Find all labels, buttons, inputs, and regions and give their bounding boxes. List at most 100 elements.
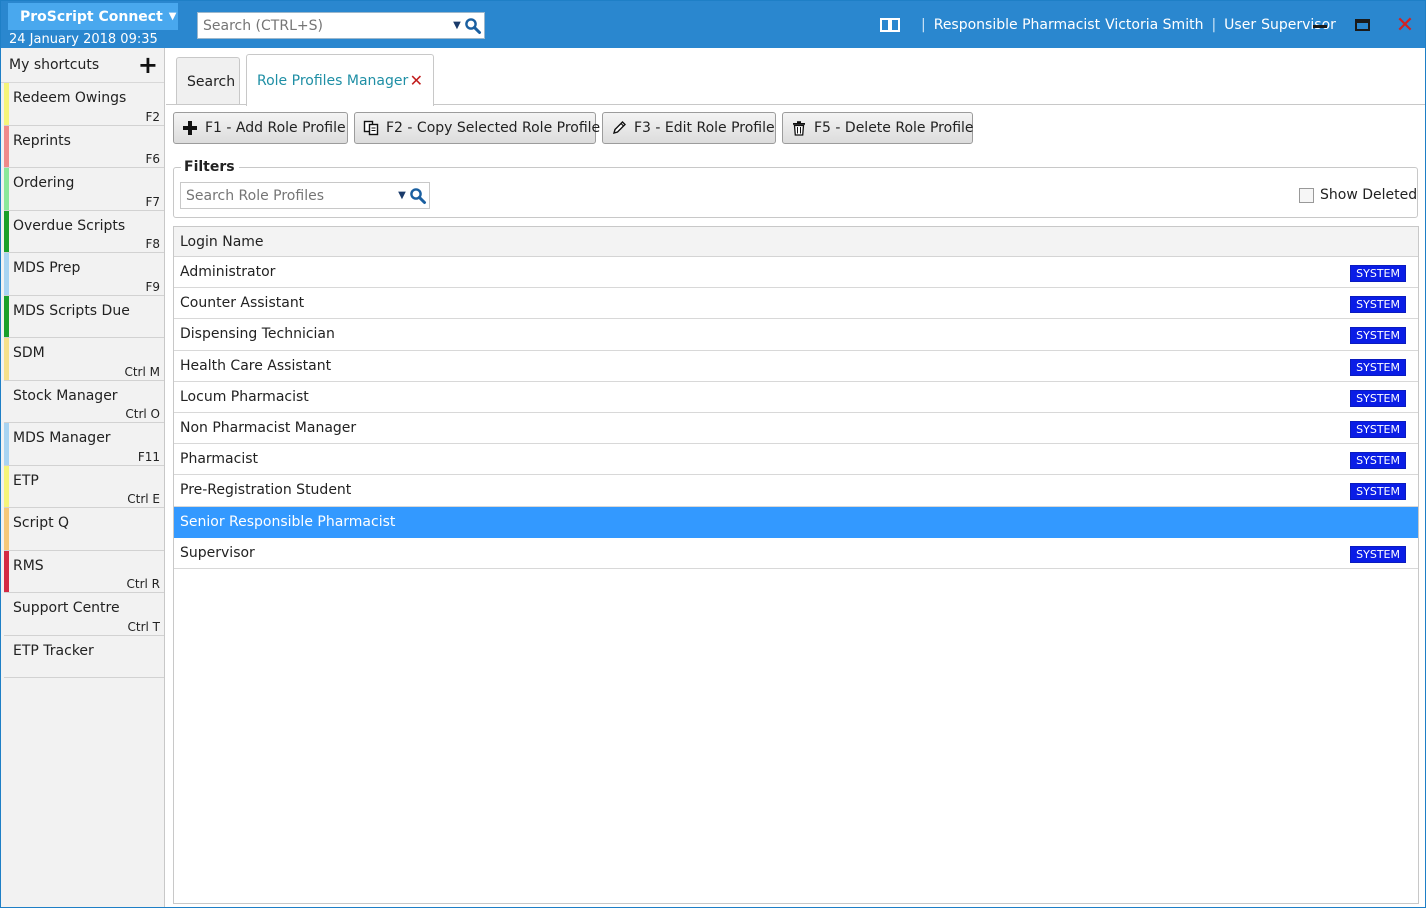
color-accent-bar <box>4 508 9 550</box>
sidebar-item-mds-scripts-due[interactable]: MDS Scripts Due <box>4 295 164 338</box>
sidebar-item-support-centre[interactable]: Support Centre Ctrl T <box>4 593 164 636</box>
shortcuts-header: My shortcuts + <box>1 48 164 83</box>
sidebar-item-rms[interactable]: RMS Ctrl R <box>4 550 164 593</box>
table-row[interactable]: Dispensing Technician SYSTEM <box>174 319 1418 351</box>
sidebar-item-label: RMS <box>13 557 44 574</box>
color-accent-bar <box>4 253 9 295</box>
login-name-cell: Locum Pharmacist <box>180 388 309 405</box>
sidebar-item-ordering[interactable]: Ordering F7 <box>4 168 164 211</box>
sidebar-item-label: ETP Tracker <box>13 642 94 659</box>
system-badge: SYSTEM <box>1350 389 1406 407</box>
sidebar-item-label: Reprints <box>13 132 71 149</box>
add-shortcut-icon[interactable]: + <box>138 53 158 77</box>
role-profile-search-input[interactable] <box>181 183 395 208</box>
login-name-cell: Supervisor <box>180 544 255 561</box>
dropdown-arrow-icon[interactable]: ▼ <box>450 20 464 31</box>
system-badge: SYSTEM <box>1350 358 1406 376</box>
color-accent-bar <box>4 125 9 167</box>
sidebar-item-reprints[interactable]: Reprints F6 <box>4 125 164 168</box>
show-deleted-toggle[interactable]: Show Deleted <box>1299 187 1417 203</box>
shortcut-key: F8 <box>145 237 160 251</box>
close-tab-icon[interactable]: ✕ <box>410 71 423 90</box>
login-name-cell: Pharmacist <box>180 451 258 468</box>
table-row[interactable]: Administrator SYSTEM <box>174 257 1418 289</box>
color-accent-bar <box>4 338 9 380</box>
user-label: User <box>1224 17 1257 33</box>
table-row[interactable]: Pre-Registration Student SYSTEM <box>174 475 1418 507</box>
sidebar-item-mds-manager[interactable]: MDS Manager F11 <box>4 423 164 466</box>
table-row[interactable]: Senior Responsible Pharmacist <box>174 506 1418 538</box>
column-header-label: Login Name <box>180 233 264 250</box>
login-name-cell: Health Care Assistant <box>180 357 332 374</box>
sidebar-item-label: Ordering <box>13 175 75 191</box>
sidebar-item-etp[interactable]: ETP Ctrl E <box>4 465 164 508</box>
color-accent-bar <box>4 465 9 507</box>
system-badge: SYSTEM <box>1350 452 1406 470</box>
show-deleted-label: Show Deleted <box>1320 187 1418 203</box>
global-search-input[interactable] <box>198 13 450 38</box>
shortcut-key: F6 <box>145 152 160 166</box>
tab-search[interactable]: Search <box>176 57 240 105</box>
dropdown-arrow-icon[interactable]: ▼ <box>395 190 409 201</box>
table-row[interactable]: Locum Pharmacist SYSTEM <box>174 381 1418 413</box>
sidebar-item-overdue-scripts[interactable]: Overdue Scripts F8 <box>4 210 164 253</box>
shortcut-key: Ctrl O <box>125 407 160 421</box>
copy-icon <box>363 120 379 136</box>
column-header-login-name[interactable]: Login Name <box>174 227 1418 257</box>
sidebar-item-etp-tracker[interactable]: ETP Tracker <box>4 635 164 678</box>
search-icon[interactable] <box>464 17 482 35</box>
global-search-box[interactable]: ▼ <box>197 12 485 39</box>
add-role-profile-button[interactable]: F1 - Add Role Profile <box>173 112 348 144</box>
table-row[interactable]: Pharmacist SYSTEM <box>174 444 1418 476</box>
edit-role-profile-button[interactable]: F3 - Edit Role Profile <box>602 112 776 144</box>
sidebar-item-sdm[interactable]: SDM Ctrl M <box>4 338 164 381</box>
shortcuts-sidebar: My shortcuts + Redeem Owings F2 Reprints F6… <box>1 48 165 907</box>
system-badge: SYSTEM <box>1350 296 1406 314</box>
tab-role-profiles-label: Role Profiles Manager <box>257 72 409 89</box>
shortcut-key: F2 <box>145 109 160 124</box>
system-badge: SYSTEM <box>1350 327 1406 345</box>
sidebar-item-redeem-owings[interactable]: Redeem Owings F2 <box>4 83 164 126</box>
table-row[interactable]: Supervisor SYSTEM <box>174 537 1418 569</box>
login-name-cell: Senior Responsible Pharmacist <box>180 513 396 530</box>
copy-role-profile-button[interactable]: F2 - Copy Selected Role Profile <box>354 112 600 144</box>
user-info: | Responsible Pharmacist Victoria Smith … <box>879 16 1336 34</box>
sidebar-item-label: Overdue Scripts <box>13 217 126 234</box>
sidebar-item-label: Support Centre <box>13 600 120 616</box>
color-accent-bar <box>4 210 9 252</box>
app-menu-button[interactable]: ProScript Connect ▼ <box>8 3 178 30</box>
close-window-button[interactable]: ✕ <box>1392 12 1418 38</box>
color-accent-bar <box>4 550 9 592</box>
tab-role-profiles-manager[interactable]: Role Profiles Manager ✕ <box>246 54 434 106</box>
separator: | <box>921 17 926 33</box>
maximize-button[interactable] <box>1349 12 1375 38</box>
shortcut-key: F7 <box>145 194 160 209</box>
plus-icon <box>182 120 198 136</box>
login-name-cell: Pre-Registration Student <box>180 482 352 499</box>
color-accent-bar <box>4 168 9 210</box>
open-book-icon[interactable] <box>879 16 901 34</box>
system-badge: SYSTEM <box>1350 545 1406 563</box>
delete-role-profile-button[interactable]: F5 - Delete Role Profile <box>782 112 974 144</box>
copy-role-profile-label: F2 - Copy Selected Role Profile <box>386 120 601 136</box>
sidebar-item-label: Redeem Owings <box>13 90 127 106</box>
color-accent-bar <box>4 83 9 125</box>
sidebar-item-mds-prep[interactable]: MDS Prep F9 <box>4 253 164 296</box>
show-deleted-checkbox[interactable] <box>1299 187 1314 203</box>
sidebar-item-stock-manager[interactable]: Stock Manager Ctrl O <box>4 380 164 423</box>
table-row[interactable]: Non Pharmacist Manager SYSTEM <box>174 412 1418 445</box>
role-profile-search-box[interactable]: ▼ <box>180 182 430 209</box>
close-icon: ✕ <box>1395 12 1415 38</box>
tab-search-label: Search <box>187 73 236 90</box>
color-accent-bar <box>4 381 9 423</box>
sidebar-item-label: MDS Scripts Due <box>13 302 130 319</box>
filters-title: Filters <box>181 159 239 175</box>
search-icon[interactable] <box>409 187 427 205</box>
system-badge: SYSTEM <box>1350 265 1406 282</box>
sidebar-item-script-q[interactable]: Script Q <box>4 508 164 551</box>
responsible-pharmacist-name: Victoria Smith <box>1105 17 1204 33</box>
table-row[interactable]: Health Care Assistant SYSTEM <box>174 350 1418 382</box>
minimize-button[interactable] <box>1307 12 1333 38</box>
login-name-cell: Dispensing Technician <box>180 326 335 343</box>
table-row[interactable]: Counter Assistant SYSTEM <box>174 288 1418 320</box>
